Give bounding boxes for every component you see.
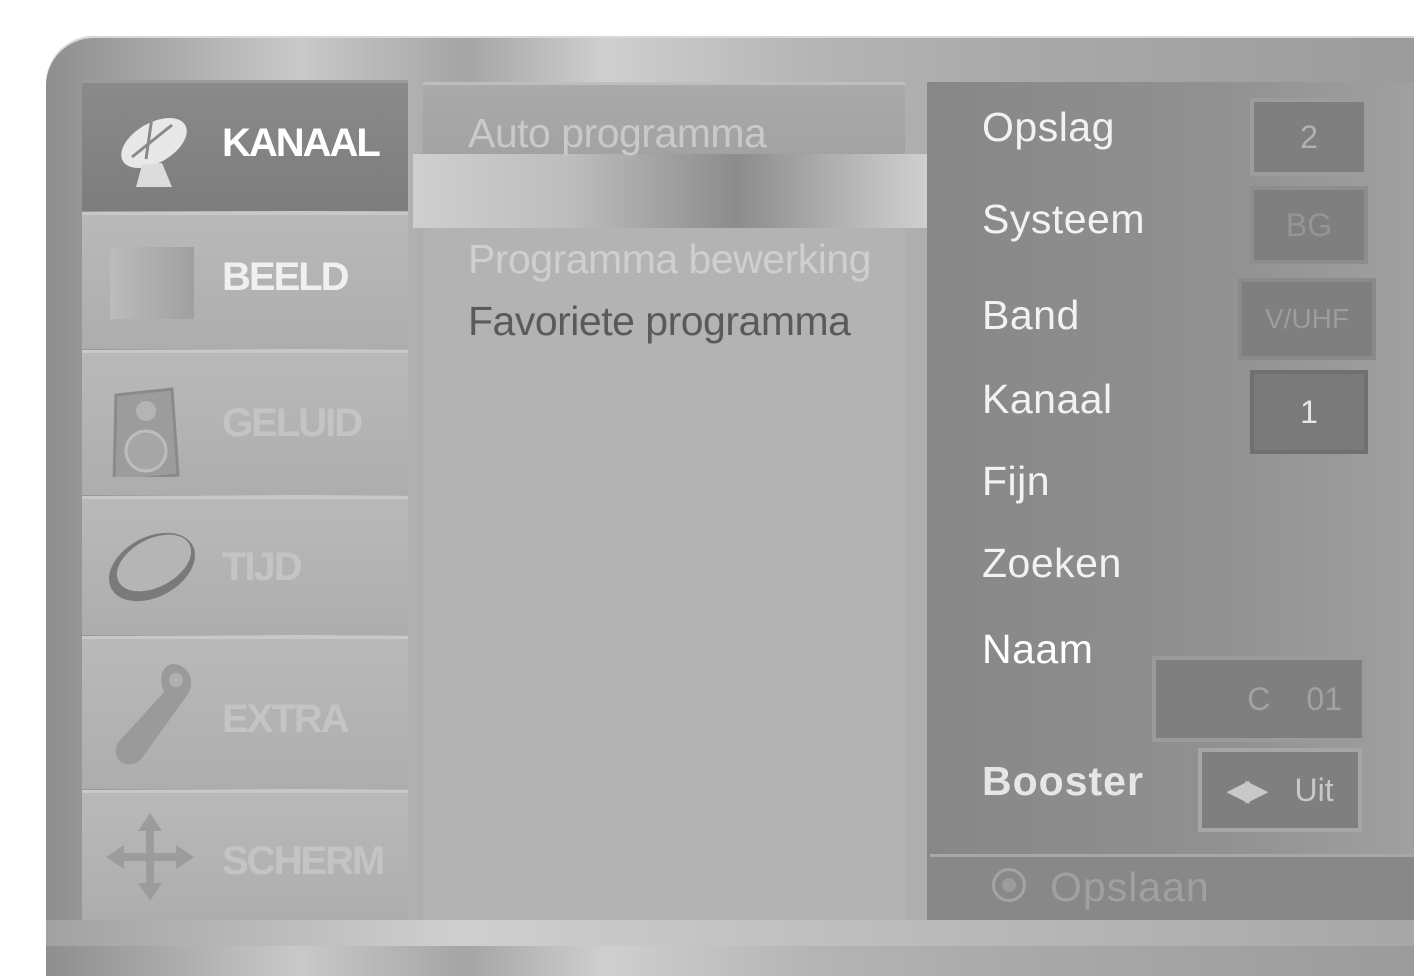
booster-value[interactable]: ◀▶ Uit	[1198, 748, 1362, 832]
systeem-value[interactable]: BG	[1250, 186, 1368, 264]
menu-item-label: BEELD	[222, 255, 350, 299]
naam-value[interactable]: C 01	[1152, 656, 1366, 742]
kanaal-label: Kanaal	[982, 376, 1113, 422]
menu-item-label: EXTRA	[222, 697, 350, 741]
naam-value-number: 01	[1306, 680, 1342, 717]
menu-item-kanaal[interactable]: KANAAL	[82, 80, 408, 211]
systeem-value-text: BG	[1285, 206, 1333, 243]
booster-label: Booster	[982, 758, 1144, 804]
systeem-label: Systeem	[982, 196, 1145, 242]
kanaal-value[interactable]: 1	[1250, 370, 1368, 454]
menu-item-scherm[interactable]: SCHERM	[82, 790, 408, 923]
booster-value-text: Uit	[1294, 771, 1334, 808]
opslag-value[interactable]: 2	[1250, 98, 1368, 176]
osd-bottom-band	[46, 920, 1414, 946]
ok-button-icon	[992, 868, 1026, 902]
submenu-item-programma-bewerking[interactable]: Programma bewerking	[468, 236, 871, 283]
naam-value-prefix: C	[1247, 680, 1271, 717]
satellite-dish-icon	[121, 116, 187, 187]
clock-icon	[109, 532, 195, 602]
submenu-item-handmatig[interactable]	[413, 154, 935, 228]
menu-item-tijd[interactable]: TIJD	[82, 496, 408, 635]
fijn-label[interactable]: Fijn	[982, 458, 1050, 505]
band-label: Band	[982, 292, 1080, 338]
menu-item-label: TIJD	[222, 545, 303, 589]
submenu-item-auto-programma[interactable]: Auto programma	[468, 110, 767, 157]
submenu-item-favoriete-programma[interactable]: Favoriete programma	[468, 298, 851, 345]
zoeken-label[interactable]: Zoeken	[982, 540, 1122, 587]
kanaal-value-text: 1	[1300, 393, 1318, 430]
naam-label: Naam	[982, 626, 1094, 672]
band-value-text: V/UHF	[1265, 303, 1349, 334]
wrench-icon	[115, 664, 192, 765]
menu-item-geluid[interactable]: GELUID	[82, 350, 408, 495]
move-arrows-icon	[106, 813, 194, 901]
picture-icon	[110, 247, 194, 319]
left-right-arrow-icon: ◀▶	[1226, 773, 1268, 807]
menu-item-label: SCHERM	[222, 839, 385, 883]
save-button[interactable]: Opslaan	[1050, 864, 1210, 911]
opslag-label: Opslag	[982, 104, 1115, 150]
opslag-value-text: 2	[1300, 118, 1318, 155]
menu-item-extra[interactable]: EXTRA	[82, 636, 408, 789]
menu-item-label: GELUID	[222, 401, 363, 445]
menu-item-label: KANAAL	[222, 121, 381, 165]
speaker-icon	[112, 387, 180, 477]
menu-item-beeld[interactable]: BEELD	[82, 212, 408, 349]
band-value[interactable]: V/UHF	[1238, 278, 1376, 360]
